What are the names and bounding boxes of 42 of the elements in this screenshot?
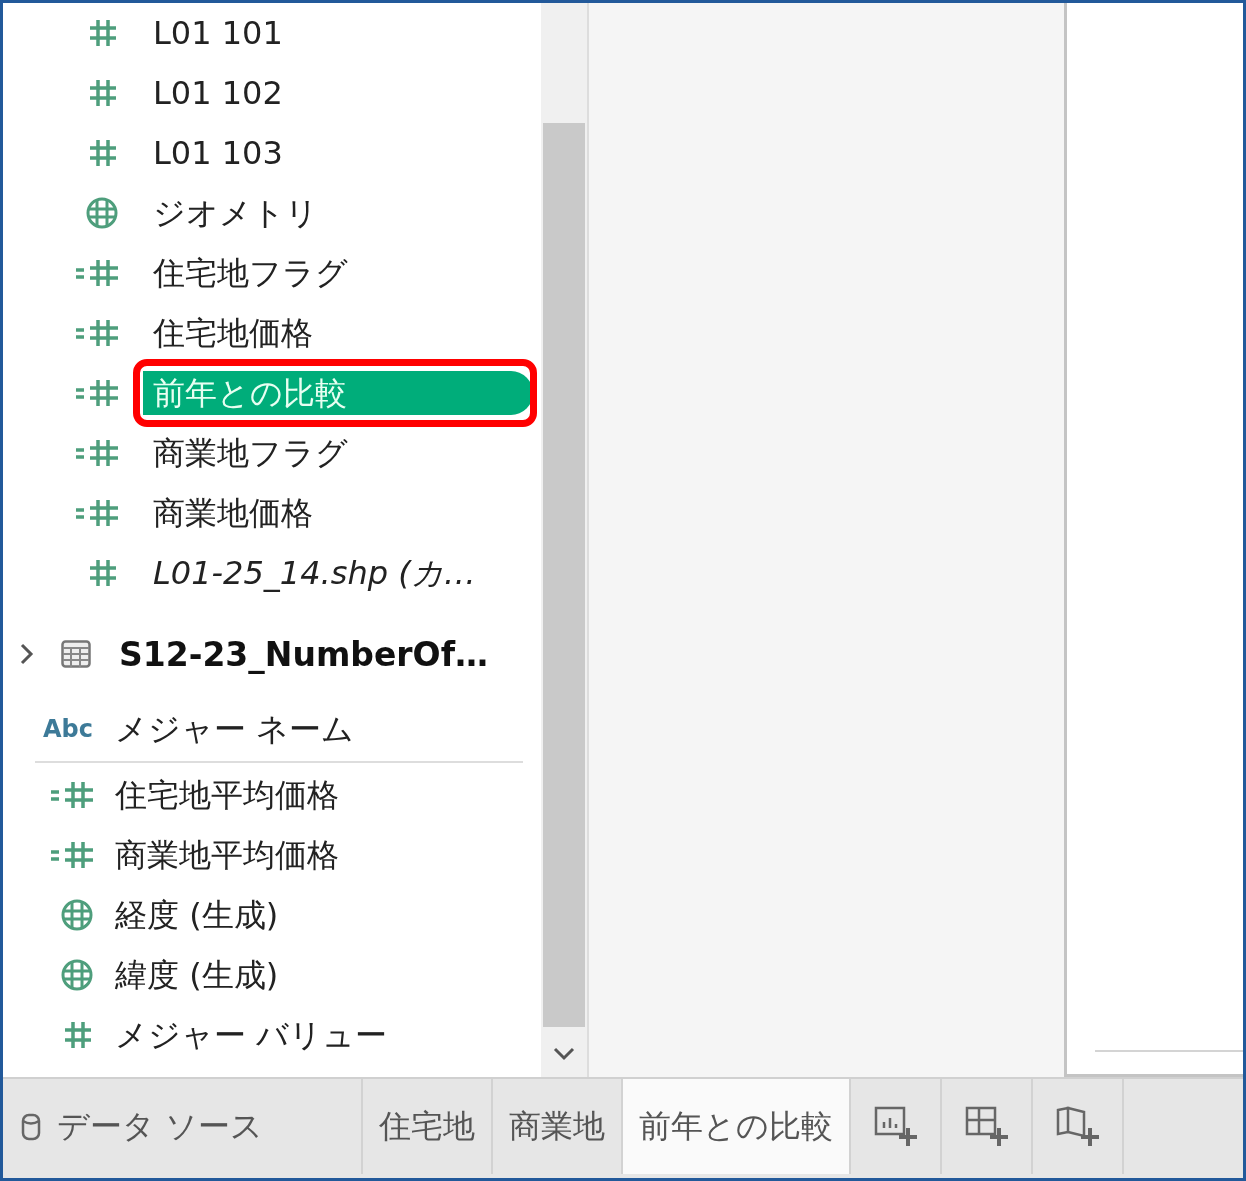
field-item[interactable]: L01 101 [143,11,293,55]
field-item[interactable]: メジャー バリュー [115,1013,398,1057]
chevron-down-icon[interactable] [553,1047,575,1061]
hash-icon [88,558,118,588]
abc-icon: Abc [43,715,93,743]
field-item[interactable]: 緯度 (生成) [115,953,289,997]
field-item[interactable]: 商業地価格 [143,491,323,535]
field-item[interactable]: メジャー ネーム [115,707,365,751]
book-plus-icon [1055,1105,1100,1148]
calculated-hash-icon [76,378,118,408]
calculated-hash-icon [76,318,118,348]
sheet-tab[interactable]: 前年との比較 [623,1079,851,1174]
globe-icon [61,959,93,991]
field-item[interactable]: L01-25_14.shp (カ… [143,551,486,595]
field-item[interactable]: 住宅地フラグ [143,251,358,295]
chevron-icon[interactable] [19,642,35,666]
database-icon [21,1112,41,1141]
field-item[interactable]: L01 102 [143,71,293,115]
calculated-hash-icon [51,840,93,870]
hash-icon [63,1020,93,1050]
calculated-hash-icon [76,258,118,288]
hash-icon [88,78,118,108]
field-item[interactable]: 商業地平均価格 [115,833,349,877]
globe-icon [86,197,118,229]
field-item[interactable]: L01 103 [143,131,293,175]
field-item[interactable]: 商業地フラグ [143,431,358,475]
grid-plus-icon [964,1105,1009,1148]
scrollbar[interactable] [541,3,589,1077]
field-item[interactable]: ジオメトリ [143,191,328,235]
chart-plus-icon [873,1105,918,1148]
table-name[interactable]: S12-23_NumberOf… [119,634,488,674]
calculated-hash-icon [76,438,118,468]
table-icon [61,640,91,668]
field-item[interactable]: 経度 (生成) [115,893,289,937]
hash-icon [88,138,118,168]
calculated-hash-icon [51,780,93,810]
calculated-hash-icon [76,498,118,528]
hash-icon [88,18,118,48]
globe-icon [61,899,93,931]
field-item[interactable]: 住宅地平均価格 [115,773,349,817]
data-source-label: データ ソース [57,1105,264,1147]
field-item[interactable]: 住宅地価格 [143,311,323,355]
